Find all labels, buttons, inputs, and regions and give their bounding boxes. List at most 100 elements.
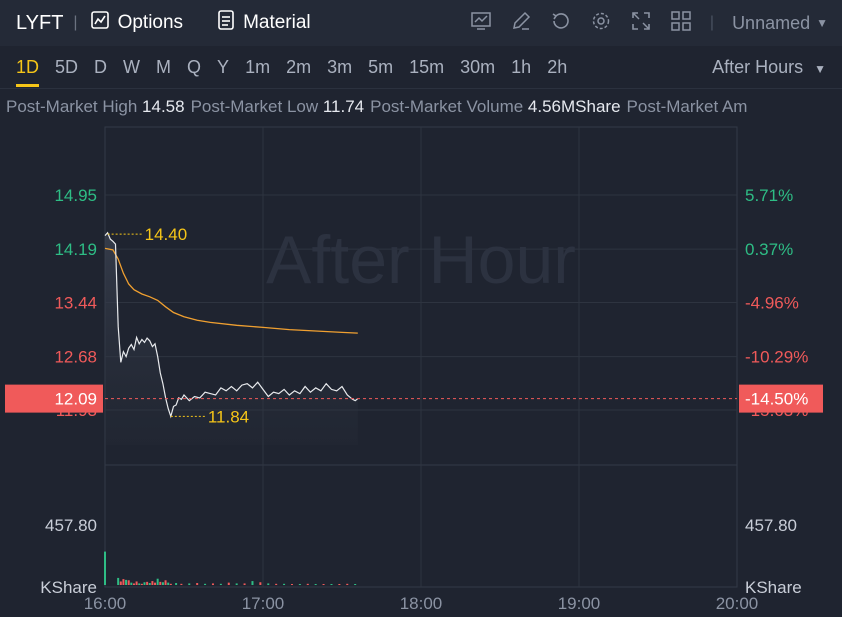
timeframe-tab-5m[interactable]: 5m — [368, 46, 393, 88]
top-toolbar: LYFT | Options Material | Unnamed ▼ — [0, 0, 842, 46]
volume-bar — [132, 583, 135, 585]
document-icon — [217, 10, 235, 36]
timeframe-tab-d[interactable]: D — [94, 46, 107, 88]
current-price-label: 12.09 — [54, 390, 97, 409]
post-market-stats: Post-Market High 14.58 Post-Market Low 11… — [0, 89, 842, 125]
price-tick-label: 14.19 — [54, 240, 97, 259]
grid-layout-icon[interactable] — [670, 10, 692, 37]
settings-icon[interactable] — [590, 10, 612, 37]
stat-label: Post-Market Low — [190, 97, 323, 116]
timeframe-tab-y[interactable]: Y — [217, 46, 229, 88]
x-tick-label: 19:00 — [558, 594, 601, 613]
timeframe-tab-2m[interactable]: 2m — [286, 46, 311, 88]
volume-bar — [180, 583, 183, 585]
volume-bar — [140, 583, 143, 585]
volume-bar — [290, 584, 293, 585]
volume-bar — [204, 583, 207, 585]
tools-divider: | — [709, 14, 715, 31]
volume-bar — [298, 584, 301, 585]
volume-bar — [125, 579, 128, 585]
volume-bar — [148, 583, 151, 585]
timeframe-tab-3m[interactable]: 3m — [327, 46, 352, 88]
volume-bar — [167, 582, 170, 585]
low-marker-label: 11.84 — [208, 407, 249, 426]
timeframe-tab-q[interactable]: Q — [187, 46, 201, 88]
session-selector[interactable]: After Hours ▼ — [712, 46, 826, 88]
volume-bar — [188, 583, 191, 585]
stat-value: 11.74 — [322, 97, 365, 116]
layout-selector[interactable]: Unnamed ▼ — [732, 13, 828, 34]
percent-tick-label: -4.96% — [745, 294, 799, 313]
volume-bar — [227, 582, 230, 585]
price-tick-label: 13.44 — [54, 294, 97, 313]
timeframe-tab-30m[interactable]: 30m — [460, 46, 495, 88]
volume-bar — [135, 581, 138, 585]
chevron-down-icon: ▼ — [816, 16, 828, 30]
timeframe-tab-1m[interactable]: 1m — [245, 46, 270, 88]
edit-icon[interactable] — [510, 10, 532, 37]
stat-label: Post-Market Am — [626, 97, 748, 116]
options-label: Options — [117, 12, 184, 33]
indicator-chart-icon[interactable] — [470, 10, 492, 37]
percent-tick-label: 0.37% — [745, 240, 793, 259]
volume-axis-label: 457.80 — [45, 516, 97, 535]
volume-bar — [196, 583, 199, 585]
volume-bar — [164, 580, 167, 585]
timeframe-tab-2h[interactable]: 2h — [547, 46, 567, 88]
volume-bar — [275, 583, 278, 585]
volume-bar — [211, 583, 214, 585]
volume-bar — [251, 581, 254, 585]
volume-bar — [259, 582, 262, 585]
volume-bar — [122, 579, 125, 585]
options-button[interactable]: Options — [90, 10, 183, 36]
timeframe-tab-w[interactable]: W — [123, 46, 140, 88]
volume-bar — [243, 583, 246, 585]
volume-unit-label: KShare — [40, 578, 97, 597]
volume-unit-label-right: KShare — [745, 578, 802, 597]
volume-axis-label-right: 457.80 — [745, 516, 797, 535]
timeframe-tab-15m[interactable]: 15m — [409, 46, 444, 88]
volume-bar — [346, 583, 349, 585]
price-chart[interactable]: 16:00 17:00 18:00 19:00 20:0014.95 5.71%14.19… — [0, 125, 842, 617]
stat-label: Post-Market Volume — [370, 97, 528, 116]
session-label: After Hours — [712, 57, 804, 77]
volume-bar — [161, 582, 164, 585]
volume-bar — [130, 582, 133, 585]
volume-bar — [306, 583, 309, 585]
material-button[interactable]: Material — [217, 10, 311, 36]
timeframe-tab-1d[interactable]: 1D — [16, 46, 40, 88]
options-chart-icon — [90, 10, 110, 36]
price-tick-label: 12.68 — [54, 348, 97, 367]
timeframe-tab-1h[interactable]: 1h — [511, 46, 531, 88]
volume-bar — [338, 584, 341, 585]
ticker-symbol[interactable]: LYFT — [16, 12, 63, 35]
session-chevron-down-icon: ▼ — [814, 62, 826, 76]
x-tick-label: 17:00 — [242, 594, 285, 613]
volume-bar — [146, 581, 149, 585]
volume-bar — [154, 582, 157, 585]
fullscreen-icon[interactable] — [630, 10, 652, 37]
stat-label: Post-Market High — [6, 97, 143, 116]
timeframe-tab-m[interactable]: M — [156, 46, 171, 88]
volume-bar — [283, 583, 286, 585]
volume-bar — [169, 583, 172, 585]
volume-bar — [156, 578, 159, 585]
stat-value: 14.58 — [142, 97, 185, 116]
volume-bar — [219, 583, 222, 585]
volume-bar — [104, 551, 106, 585]
price-tick-label: 14.95 — [54, 186, 97, 205]
current-percent-label: -14.50% — [745, 390, 808, 409]
material-label: Material — [243, 12, 311, 33]
refresh-icon[interactable] — [550, 10, 572, 37]
volume-bar — [119, 581, 122, 585]
volume-bar — [117, 577, 120, 585]
volume-bar — [127, 580, 130, 585]
volume-bar — [175, 583, 178, 585]
stat-value: 4.56MShare — [527, 97, 621, 116]
volume-bar — [138, 583, 141, 585]
x-tick-label: 18:00 — [400, 594, 443, 613]
timeframe-tab-5d[interactable]: 5D — [55, 46, 78, 88]
volume-bar — [314, 584, 317, 585]
percent-tick-label: -10.29% — [745, 348, 808, 367]
volume-bar — [267, 583, 270, 585]
